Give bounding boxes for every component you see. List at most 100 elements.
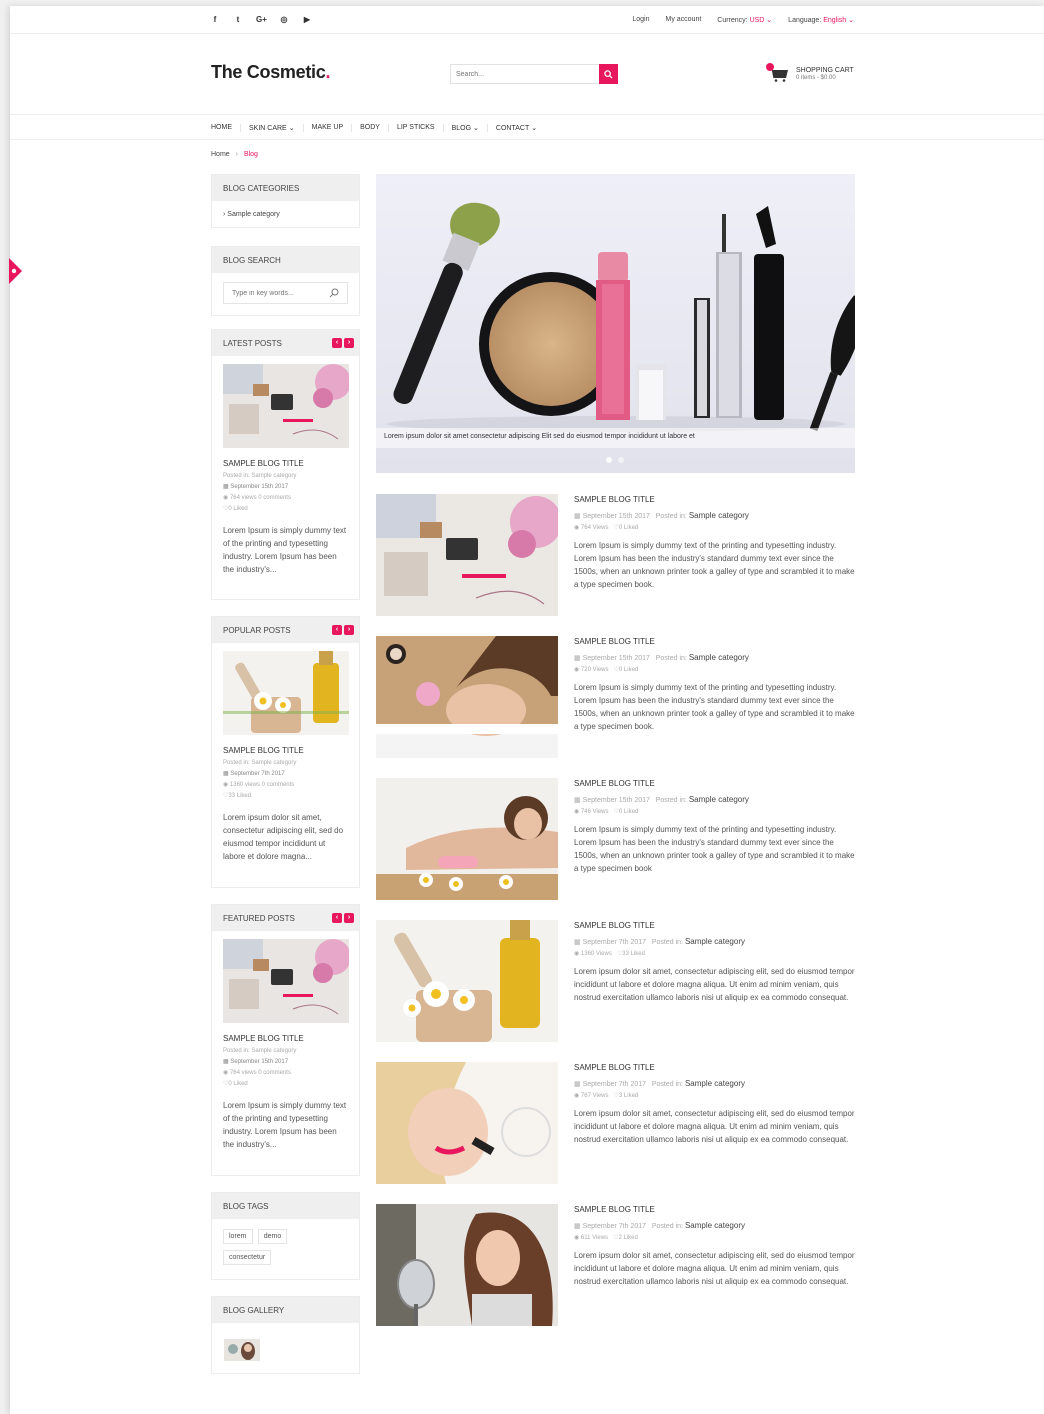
widget-title: LATEST POSTS ‹ › xyxy=(212,330,359,356)
login-link[interactable]: Login xyxy=(632,16,649,24)
post-category-link[interactable]: Sample category xyxy=(689,795,749,804)
tag-item[interactable]: lorem xyxy=(223,1229,253,1244)
my-account-link[interactable]: My account xyxy=(665,16,701,24)
post-image[interactable] xyxy=(376,1062,558,1184)
hero-slider[interactable]: Lorem ipsum dolor sit amet consectetur a… xyxy=(376,174,855,473)
post-image[interactable] xyxy=(376,920,558,1042)
breadcrumb-home[interactable]: Home xyxy=(211,151,230,158)
post-title[interactable]: SAMPLE BLOG TITLE xyxy=(574,1063,856,1072)
post-title[interactable]: SAMPLE BLOG TITLE xyxy=(574,1205,856,1214)
search-input[interactable] xyxy=(450,64,599,84)
blog-tags-widget: BLOG TAGS lorem demo consectetur xyxy=(211,1192,360,1280)
post-excerpt: Lorem ipsum dolor sit amet, consectetur … xyxy=(574,1251,855,1286)
post-stats: ◉ 767 Views ♡3 Liked xyxy=(574,1092,856,1099)
nav-item-home[interactable]: HOME xyxy=(211,124,240,132)
post-meta: Posted in: Sample category ▦ September 1… xyxy=(223,471,348,515)
post-category-link[interactable]: Sample category xyxy=(685,1079,745,1088)
post-title[interactable]: SAMPLE BLOG TITLE xyxy=(223,746,348,755)
post-title[interactable]: SAMPLE BLOG TITLE xyxy=(574,779,856,788)
nav-item-skin-care[interactable]: SKIN CARE ⌄ xyxy=(240,124,303,132)
youtube-icon[interactable]: ▶ xyxy=(302,15,312,24)
chevron-down-icon: ⌄ xyxy=(846,17,854,24)
currency-selector[interactable]: Currency: USD ⌄ xyxy=(717,16,772,24)
post-category-link[interactable]: Sample category xyxy=(685,1221,745,1230)
chevron-down-icon: ⌄ xyxy=(288,125,295,132)
post-liked: 3 Liked xyxy=(618,1093,639,1099)
post-date: September 15th 2017 xyxy=(582,797,650,804)
post-meta: ▦ September 7th 2017 Posted in: Sample c… xyxy=(574,937,856,946)
post-image[interactable] xyxy=(376,636,558,758)
post-title[interactable]: SAMPLE BLOG TITLE xyxy=(223,459,348,468)
nav-item-label: CONTACT xyxy=(495,125,530,132)
post-thumbnail[interactable] xyxy=(223,651,349,735)
posted-in-label: Posted in: xyxy=(655,655,687,662)
nav-item-make-up[interactable]: MAKE UP xyxy=(302,124,352,132)
settings-side-tab[interactable] xyxy=(9,258,23,284)
post-image[interactable] xyxy=(376,778,558,900)
cart-icon xyxy=(766,63,790,82)
post-date: September 15th 2017 xyxy=(582,655,650,662)
widget-title: FEATURED POSTS ‹ › xyxy=(212,905,359,931)
nav-item-lip-sticks[interactable]: LIP STICKS xyxy=(387,124,443,132)
next-arrow-icon[interactable]: › xyxy=(344,913,354,923)
prev-arrow-icon[interactable]: ‹ xyxy=(332,913,342,923)
nav-item-body[interactable]: BODY xyxy=(351,124,388,132)
post-title[interactable]: SAMPLE BLOG TITLE xyxy=(223,1034,348,1043)
blog-search-box xyxy=(223,282,348,304)
post-category-link[interactable]: Sample category xyxy=(689,653,749,662)
tag-list: lorem demo consectetur xyxy=(212,1219,359,1281)
post-image[interactable] xyxy=(376,1204,558,1326)
post-category-link[interactable]: Sample category xyxy=(685,937,745,946)
eye-icon: ◉ xyxy=(574,1235,580,1241)
chevron-down-icon: ⌄ xyxy=(764,17,773,24)
next-arrow-icon[interactable]: › xyxy=(344,338,354,348)
site-logo[interactable]: The Cosmetic. xyxy=(211,62,330,83)
google-plus-icon[interactable]: G+ xyxy=(256,15,267,24)
post-liked: 0 Liked xyxy=(228,506,248,512)
posted-in-label: Posted in: xyxy=(655,797,687,804)
search-icon[interactable] xyxy=(329,288,339,298)
breadcrumb: Home › Blog xyxy=(211,151,258,158)
post-date: September 15th 2017 xyxy=(582,513,650,520)
calendar-icon: ▦ xyxy=(223,484,229,490)
post-thumbnail[interactable] xyxy=(223,939,349,1023)
post-excerpt: Lorem Ipsum is simply dummy text of the … xyxy=(574,683,855,731)
gallery-thumbnail[interactable] xyxy=(224,1339,260,1361)
post-title[interactable]: SAMPLE BLOG TITLE xyxy=(574,495,856,504)
slider-dot[interactable] xyxy=(618,457,624,463)
post-liked: 0 Liked xyxy=(618,809,639,815)
instagram-icon[interactable]: ◎ xyxy=(279,15,289,24)
nav-item-label: MAKE UP xyxy=(311,124,344,131)
post-liked: 33 Liked xyxy=(228,793,252,799)
post-thumbnail[interactable] xyxy=(223,364,349,448)
eye-icon: ◉ xyxy=(574,809,580,815)
facebook-icon[interactable]: f xyxy=(210,15,220,24)
slider-dot[interactable] xyxy=(606,457,612,463)
prev-arrow-icon[interactable]: ‹ xyxy=(332,338,342,348)
language-selector[interactable]: Language: English ⌄ xyxy=(788,16,854,24)
cart-title: SHOPPING CART xyxy=(796,67,854,74)
tag-item[interactable]: demo xyxy=(257,1229,288,1244)
twitter-icon[interactable]: t xyxy=(233,15,243,24)
blog-search-input[interactable] xyxy=(224,283,324,303)
post-meta: ▦ September 7th 2017 Posted in: Sample c… xyxy=(574,1221,856,1230)
nav-item-contact[interactable]: CONTACT ⌄ xyxy=(486,124,545,132)
header-search xyxy=(450,64,618,84)
post-meta: Posted in: Sample category ▦ September 7… xyxy=(223,758,348,802)
post-stats: ◉ 764 Views ♡0 Liked xyxy=(574,524,856,531)
currency-label: Currency: xyxy=(717,17,748,24)
next-arrow-icon[interactable]: › xyxy=(344,625,354,635)
prev-arrow-icon[interactable]: ‹ xyxy=(332,625,342,635)
search-button[interactable] xyxy=(599,64,618,84)
post-views: 746 Views xyxy=(580,809,609,815)
post-category-link[interactable]: Sample category xyxy=(689,511,749,520)
post-title[interactable]: SAMPLE BLOG TITLE xyxy=(574,921,856,930)
tag-item[interactable]: consectetur xyxy=(223,1250,272,1265)
shopping-cart[interactable]: SHOPPING CART 0 items - $0.00 xyxy=(766,63,854,82)
post-title[interactable]: SAMPLE BLOG TITLE xyxy=(574,637,856,646)
category-item[interactable]: › Sample category xyxy=(223,211,348,218)
nav-item-blog[interactable]: BLOG ⌄ xyxy=(442,124,487,132)
post-image[interactable] xyxy=(376,494,558,616)
breadcrumb-separator: › xyxy=(235,151,238,158)
calendar-icon: ▦ xyxy=(574,513,581,520)
